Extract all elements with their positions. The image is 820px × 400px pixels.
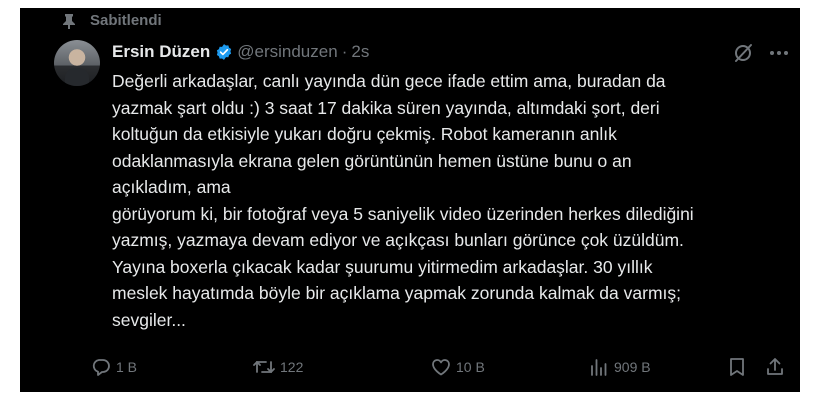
tweet-line: meslek hayatımda böyle bir açıklama yapm… xyxy=(112,283,681,303)
more-options-icon[interactable] xyxy=(768,42,790,64)
like-count: 10 B xyxy=(456,359,485,375)
bookmark-icon xyxy=(730,358,744,376)
tweet-line: yazmak şart oldu :) 3 saat 17 dakika sür… xyxy=(112,97,660,118)
author-handle[interactable]: @ersinduzen xyxy=(237,42,337,62)
views-count: 909 B xyxy=(614,359,651,375)
tweet-line: yazmış, yazmaya devam ediyor ve açıkçası… xyxy=(112,230,684,250)
reply-count: 1 B xyxy=(116,359,138,375)
pinned-label: Sabitlendi xyxy=(90,12,162,29)
views-button[interactable]: 909 B xyxy=(588,356,651,378)
tweet-card[interactable]: Sabitlendi Ersin Düzen @ersinduzen · 2s … xyxy=(20,8,800,392)
retweet-count: 122 xyxy=(280,359,304,375)
heart-icon xyxy=(432,359,450,376)
tweet-line: odaklanmasıyla ekrana gelen görüntünün h… xyxy=(112,150,632,171)
pinned-indicator: Sabitlendi xyxy=(62,12,162,29)
tweet-header: Ersin Düzen @ersinduzen · 2s xyxy=(112,42,369,62)
tweet-line: sevgiler... xyxy=(112,309,186,330)
author-name[interactable]: Ersin Düzen xyxy=(112,42,210,62)
avatar[interactable] xyxy=(54,40,100,86)
tweet-line: Yayına boxerla çıkacak kadar şuurumu yit… xyxy=(112,256,653,277)
share-icon xyxy=(767,358,783,375)
tweet-time[interactable]: 2s xyxy=(351,42,369,62)
tweet-action-bar: 1 B 122 10 B 909 B xyxy=(90,356,790,380)
pin-icon xyxy=(63,13,75,29)
retweet-button[interactable]: 122 xyxy=(252,356,303,378)
tweet-top-actions xyxy=(732,42,790,64)
tweet-line: görüyorum ki, bir fotoğraf veya 5 saniye… xyxy=(112,203,694,224)
reply-button[interactable]: 1 B xyxy=(90,356,137,378)
like-button[interactable]: 10 B xyxy=(430,356,485,378)
share-button[interactable] xyxy=(764,356,786,378)
reply-icon xyxy=(92,359,110,376)
views-icon xyxy=(591,359,607,376)
verified-badge-icon xyxy=(217,44,232,60)
tweet-line: açıkladım, ama xyxy=(112,177,231,197)
retweet-icon xyxy=(253,361,275,373)
bookmark-button[interactable] xyxy=(726,356,748,378)
tweet-line: koltuğun da etkisiyle yukarı doğru çekmi… xyxy=(112,124,617,144)
separator-dot: · xyxy=(341,42,348,61)
grok-icon[interactable] xyxy=(732,42,754,64)
tweet-line: Değerli arkadaşlar, canlı yayında dün ge… xyxy=(112,71,666,91)
tweet-text: Değerli arkadaşlar, canlı yayında dün ge… xyxy=(112,68,788,333)
